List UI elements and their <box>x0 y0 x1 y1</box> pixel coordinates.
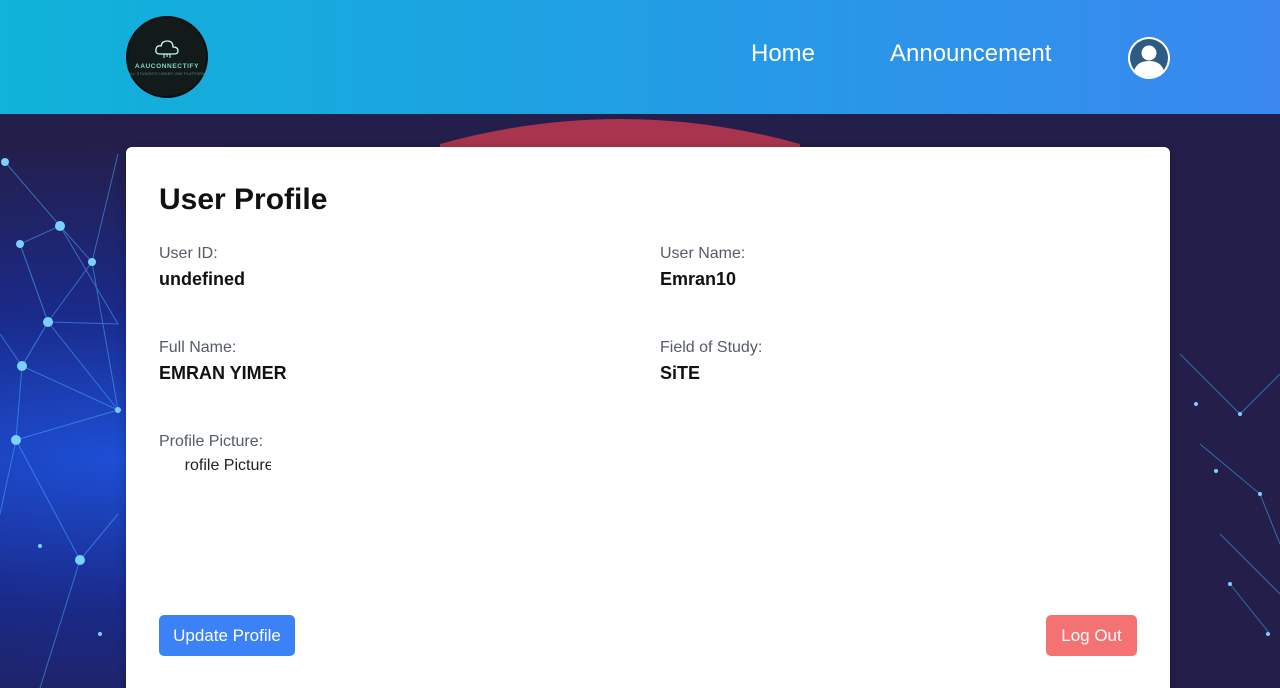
user-name-field: User Name: Emran10 <box>660 245 745 290</box>
cloud-icon <box>155 39 179 58</box>
user-avatar-icon[interactable] <box>1128 37 1170 79</box>
profile-picture-field: Profile Picture: <box>159 433 263 451</box>
logo-tagline: ALL STUDENTS UNDER ONE PLATFORM <box>128 71 206 76</box>
person-icon <box>1128 37 1170 79</box>
full-name-label: Full Name: <box>159 339 237 356</box>
top-navbar: AAUCONNECTIFY ALL STUDENTS UNDER ONE PLA… <box>0 0 1280 114</box>
user-id-label: User ID: <box>159 245 218 262</box>
user-name-value: Emran10 <box>660 269 737 289</box>
logo-name: AAUCONNECTIFY <box>134 62 200 70</box>
user-id-field: User ID: undefined <box>159 245 245 290</box>
page-title: User Profile <box>159 183 328 216</box>
user-profile-card: User Profile User ID: undefined User Nam… <box>126 147 1170 688</box>
user-name-label: User Name: <box>660 245 746 262</box>
update-profile-button[interactable]: Update Profile <box>159 615 295 656</box>
nav-home-link[interactable]: Home <box>751 40 815 68</box>
full-name-value: EMRAN YIMER <box>159 363 287 383</box>
profile-picture-alt-text: Profile Picture <box>185 457 271 474</box>
field-of-study-field: Field of Study: SiTE <box>660 339 762 384</box>
field-of-study-label: Field of Study: <box>660 339 763 356</box>
profile-picture-label: Profile Picture: <box>159 433 264 450</box>
profile-picture-broken-image: Profile Picture <box>185 457 271 475</box>
logo[interactable]: AAUCONNECTIFY ALL STUDENTS UNDER ONE PLA… <box>126 16 208 98</box>
full-name-field: Full Name: EMRAN YIMER <box>159 339 287 384</box>
log-out-button[interactable]: Log Out <box>1046 615 1137 656</box>
field-of-study-value: SiTE <box>660 363 701 383</box>
nav-announcement-link[interactable]: Announcement <box>890 40 1051 68</box>
user-id-value: undefined <box>159 269 245 289</box>
